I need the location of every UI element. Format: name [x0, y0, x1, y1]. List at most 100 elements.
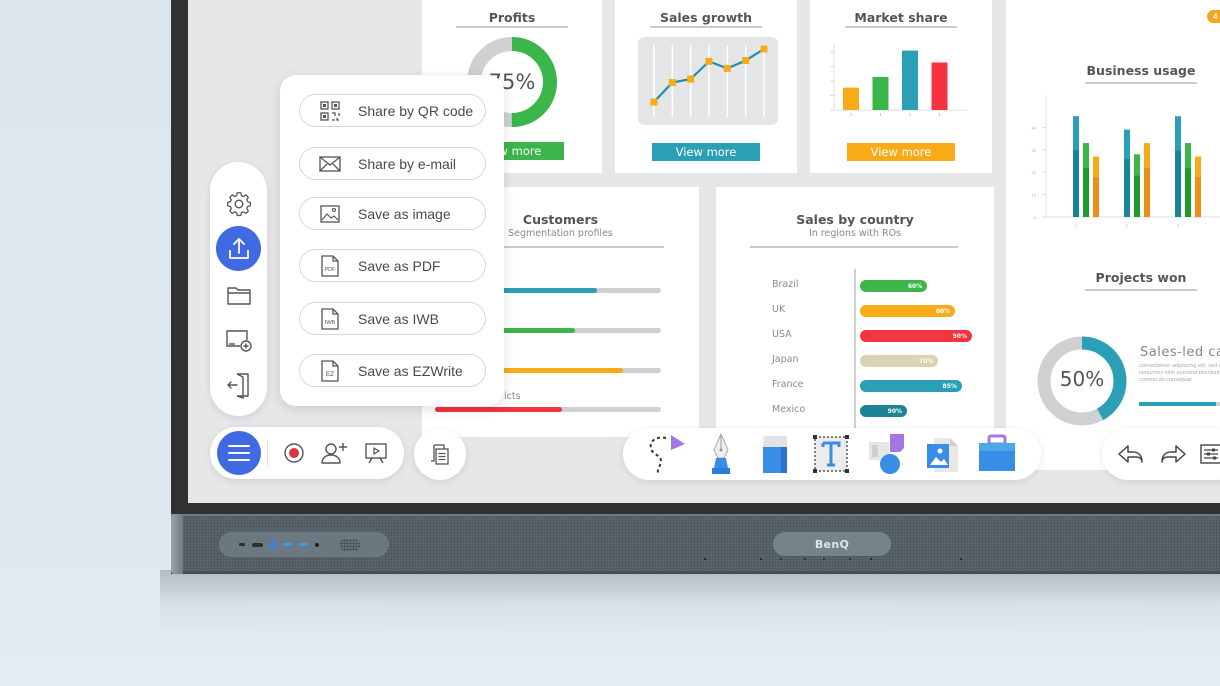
- country-label: Brazil: [772, 279, 799, 290]
- market-share-chart: [830, 44, 967, 116]
- insert-image-tool[interactable]: [922, 434, 964, 474]
- share-email-item[interactable]: Share by e-mail: [299, 147, 486, 180]
- undo-arrow-icon: [1118, 445, 1143, 463]
- svg-text:PDF: PDF: [325, 267, 337, 273]
- undo-button[interactable]: [1114, 437, 1148, 471]
- add-participant-button[interactable]: [318, 436, 352, 470]
- country-bar: 90%: [860, 330, 972, 342]
- growth-point: [668, 79, 676, 87]
- business-bar-segment: [1144, 168, 1150, 217]
- business-bar-segment: [1083, 168, 1089, 217]
- sales-by-country-subtitle: In regions with ROs: [808, 228, 902, 239]
- projects-won-value: 50%: [1059, 367, 1105, 391]
- sales-by-country-title: Sales by country: [796, 212, 914, 227]
- sales-growth-view-more-button[interactable]: View more: [652, 143, 760, 161]
- present-button[interactable]: [359, 436, 393, 470]
- customer-progress-fill: [435, 407, 562, 412]
- indicator-dot: [780, 558, 782, 560]
- sales-growth-card: Sales growth View more: [615, 0, 797, 173]
- clipboard-button[interactable]: [414, 428, 466, 480]
- profits-title-rule: [456, 26, 568, 28]
- customer-progress-track: [482, 368, 661, 373]
- svg-text:EZ: EZ: [326, 371, 334, 378]
- share-button[interactable]: [216, 226, 261, 271]
- business-y-tick-label: 10: [1032, 193, 1037, 198]
- customer-progress-track: [482, 288, 661, 293]
- customer-progress-track: [435, 407, 661, 412]
- market-share-card: Market share View more: [810, 0, 992, 173]
- new-whiteboard-button[interactable]: [216, 317, 261, 362]
- menu-item-label: Save as image: [358, 205, 451, 222]
- business-bar-segment: [1124, 159, 1130, 217]
- save-ezwrite-item[interactable]: EZ Save as EZWrite: [299, 354, 486, 387]
- business-usage-chart: 0102030401234: [1032, 95, 1220, 228]
- sales-by-country-title-rule: [750, 246, 958, 248]
- growth-point: [650, 98, 658, 106]
- wall-shadow: [160, 570, 1220, 640]
- indicator-dot: [870, 558, 872, 560]
- pen-tool[interactable]: [700, 432, 742, 474]
- country-label: UK: [772, 304, 786, 315]
- indicator-dot: [804, 558, 806, 560]
- side-rail: [210, 162, 267, 416]
- toolbox-tool[interactable]: [976, 434, 1018, 474]
- image-file-icon: [927, 438, 958, 472]
- fountain-pen-icon: [712, 432, 730, 474]
- usb-a-port-icon: [283, 543, 292, 546]
- business-y-tick-label: 40: [1032, 125, 1037, 130]
- hdmi-port-icon: [252, 542, 263, 547]
- iwb-file-icon: IWB: [319, 307, 341, 330]
- market-bar: [931, 62, 948, 110]
- business-bar-segment: [1073, 150, 1079, 217]
- svg-text:IWB: IWB: [325, 320, 336, 326]
- sensor-grille-icon: [340, 538, 360, 551]
- pdf-file-icon: PDF: [319, 254, 341, 277]
- redo-button[interactable]: [1156, 437, 1190, 471]
- lasso-select-tool[interactable]: [646, 434, 688, 474]
- save-image-item[interactable]: Save as image: [299, 197, 486, 230]
- sales-by-country-card: Sales by country In regions with ROs Bra…: [716, 187, 994, 437]
- save-iwb-item[interactable]: IWB Save as IWB: [299, 302, 486, 335]
- menu-item-label: Save as EZWrite: [358, 362, 463, 379]
- business-bar-segment: [1093, 177, 1099, 217]
- record-button[interactable]: [277, 436, 311, 470]
- settings-button[interactable]: [216, 181, 261, 226]
- eraser-tool[interactable]: [754, 434, 796, 474]
- hamburger-icon: [228, 445, 250, 461]
- clipboard-icon: [431, 444, 449, 465]
- share-upload-icon: [228, 237, 249, 259]
- share-menu: Share by QR code Share by e-mail Save as…: [280, 75, 504, 406]
- save-pdf-item[interactable]: PDF Save as PDF: [299, 249, 486, 282]
- settings-sliders-button[interactable]: [1194, 437, 1220, 471]
- share-qr-code-item[interactable]: Share by QR code: [299, 94, 486, 127]
- exit-door-icon: [226, 372, 249, 399]
- projects-progress-fill: [1139, 402, 1216, 406]
- page-count-badge: 4: [1207, 10, 1220, 23]
- market-share-view-more-button[interactable]: View more: [847, 143, 955, 161]
- add-board-icon: [225, 329, 252, 352]
- exit-button[interactable]: [216, 362, 261, 407]
- country-label: Japan: [772, 354, 799, 365]
- country-label: France: [772, 379, 804, 390]
- market-bar: [872, 77, 889, 110]
- business-usage-title-rule: [1085, 82, 1197, 84]
- menu-item-label: Share by e-mail: [358, 155, 457, 172]
- country-bar: 80%: [860, 305, 956, 317]
- growth-point: [760, 45, 768, 53]
- main-menu-button[interactable]: [217, 431, 261, 475]
- audio-jack-icon: [315, 542, 319, 547]
- projects-won-title: Projects won: [1095, 270, 1187, 285]
- indicator-dots: [700, 558, 970, 561]
- profits-title: Profits: [488, 10, 536, 25]
- text-tool[interactable]: [810, 434, 852, 474]
- business-bar-segment: [1185, 168, 1191, 217]
- growth-point: [723, 64, 731, 72]
- business-bar-segment: [1175, 150, 1181, 217]
- text-box-icon: [813, 435, 849, 473]
- shapes-tool[interactable]: [866, 434, 908, 474]
- bottom-left-bar: [210, 427, 404, 479]
- projects-progress-track: [1139, 402, 1220, 406]
- projects-caption-title: Sales-led ca: [1140, 345, 1220, 360]
- presentation-icon: [365, 443, 387, 464]
- open-folder-button[interactable]: [216, 272, 261, 317]
